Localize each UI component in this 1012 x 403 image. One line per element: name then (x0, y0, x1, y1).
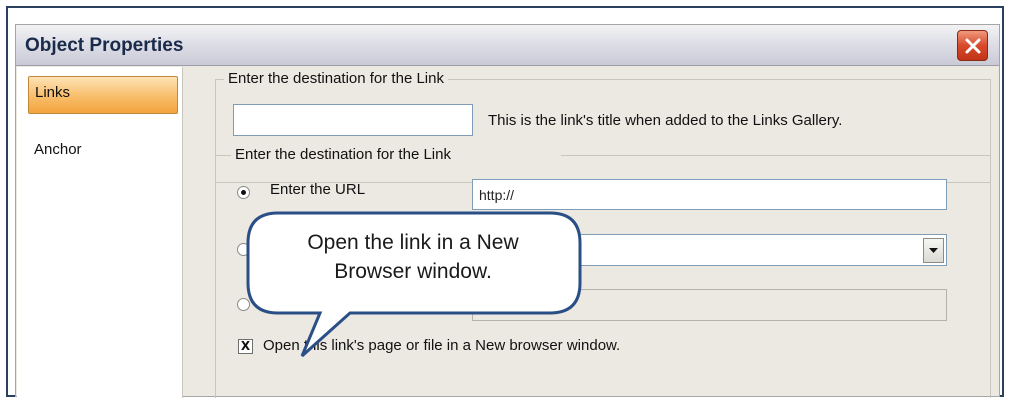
callout-line-2: Browser window. (334, 260, 492, 283)
link-title-helper: This is the link's title when added to t… (488, 112, 843, 129)
link-title-input[interactable] (233, 104, 473, 136)
left-nav: Links Anchor (17, 67, 183, 398)
close-button[interactable] (957, 30, 988, 61)
nav-item-label: Links (35, 84, 71, 101)
nav-item-links[interactable]: Links (28, 76, 178, 114)
callout-line-1: Open the link in a New (307, 231, 519, 254)
nav-item-label: Anchor (34, 141, 82, 158)
nav-item-anchor[interactable]: Anchor (28, 132, 178, 170)
close-icon (965, 38, 980, 53)
title-group-label: Enter the destination for the Link (224, 70, 448, 87)
destination-group-label: Enter the destination for the Link (231, 146, 561, 163)
radio-enter-url-label: Enter the URL (270, 181, 366, 198)
title-bar[interactable]: Object Properties (16, 25, 999, 66)
radio-selected-dot (241, 190, 246, 195)
callout-text: Open the link in a New Browser window. (248, 228, 578, 286)
radio-enter-url[interactable] (237, 186, 250, 199)
dropdown-arrow-button[interactable] (923, 238, 944, 263)
chevron-down-icon (929, 247, 938, 253)
callout-bubble: Open the link in a New Browser window. (246, 211, 582, 358)
dialog-title: Object Properties (25, 35, 184, 56)
